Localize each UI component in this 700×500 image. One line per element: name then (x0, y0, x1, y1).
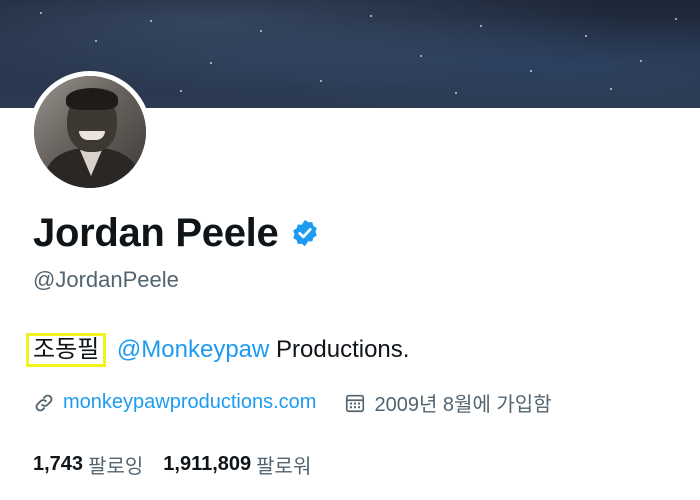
joined-date: 2009년 8월에 가입함 (374, 394, 552, 416)
website-link[interactable]: monkeypawproductions.com (63, 391, 316, 414)
profile-meta: monkeypawproductions.com 2009년 8월에 가입함 (33, 388, 552, 417)
avatar-photo (34, 76, 146, 188)
following-label: 팔로잉 (88, 456, 144, 478)
follow-stats: 1,743 팔로잉 1,911,809 팔로워 (33, 450, 311, 479)
joined-date-item: 2009년 8월에 가입함 (344, 388, 552, 417)
website-item: monkeypawproductions.com (33, 391, 316, 414)
link-icon (33, 392, 55, 414)
verified-badge-icon[interactable] (290, 218, 320, 248)
followers-link[interactable]: 1,911,809 팔로워 (163, 450, 311, 479)
following-count: 1,743 (33, 453, 84, 475)
user-handle: @JordanPeele (33, 267, 179, 292)
bio-text: Productions. (269, 336, 410, 363)
calendar-icon (344, 392, 366, 414)
bio: 조동필 @Monkeypaw Productions. (26, 333, 410, 367)
name-row: Jordan Peele (33, 210, 320, 256)
followers-count: 1,911,809 (163, 453, 252, 475)
followers-label: 팔로워 (256, 456, 312, 478)
display-name: Jordan Peele (33, 211, 279, 255)
avatar[interactable] (29, 71, 151, 193)
following-link[interactable]: 1,743 팔로잉 (33, 450, 143, 479)
bio-mention-link[interactable]: @Monkeypaw (117, 336, 269, 363)
bio-highlighted-text: 조동필 (26, 333, 107, 367)
